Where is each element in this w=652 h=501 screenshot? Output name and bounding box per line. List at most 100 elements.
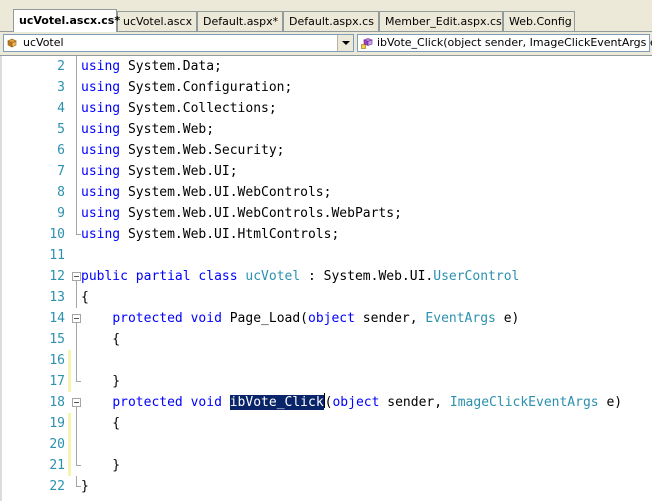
collapse-icon[interactable]	[72, 392, 81, 413]
navigation-bar: ucVotel ibVote_Click(object sender, Imag…	[0, 32, 652, 56]
outline-guide	[72, 77, 81, 98]
code-line[interactable]: 3 using System.Configuration;	[0, 77, 652, 98]
tab-label: Member_Edit.aspx.cs	[385, 15, 502, 28]
code-token: System.Collections;	[120, 101, 277, 116]
code-token: : System.Web.UI.	[300, 269, 434, 284]
tab-label: Default.aspx*	[203, 15, 279, 28]
code-line[interactable]: 22}	[0, 476, 652, 497]
code-token: using	[81, 185, 121, 200]
collapse-icon[interactable]	[72, 308, 81, 329]
code-text: using System.Web.UI.WebControls.WebParts…	[81, 203, 402, 224]
collapse-icon[interactable]	[72, 266, 81, 287]
code-token: void	[190, 311, 222, 326]
outline-guide	[72, 371, 81, 392]
line-number: 11	[49, 248, 65, 263]
outline-guide	[72, 455, 81, 476]
code-token: e)	[598, 395, 623, 410]
code-line[interactable]: 5 using System.Web;	[0, 119, 652, 140]
code-line[interactable]: 2 using System.Data;	[0, 56, 652, 77]
line-number: 15	[49, 332, 65, 347]
tab-default-aspx[interactable]: Default.aspx*	[197, 11, 283, 31]
code-line[interactable]: 15 {	[0, 329, 652, 350]
outline-guide	[72, 161, 81, 182]
code-text: }	[81, 455, 120, 476]
code-token: }	[81, 374, 121, 389]
code-text: {	[81, 413, 120, 434]
code-line[interactable]: 8 using System.Web.UI.WebControls;	[0, 182, 652, 203]
code-token: {	[81, 416, 121, 431]
change-indicator	[68, 434, 71, 455]
line-number: 2	[57, 59, 65, 74]
line-number: 7	[57, 164, 65, 179]
outline-guide	[72, 245, 81, 266]
tab-ucvotel-ascx[interactable]: ucVotel.ascx	[117, 11, 197, 31]
code-line[interactable]: 21 }	[0, 455, 652, 476]
code-token: using	[81, 227, 121, 242]
outline-guide	[72, 287, 81, 308]
line-number: 5	[57, 122, 65, 137]
code-token: }	[81, 479, 89, 494]
code-text: using System.Data;	[81, 56, 222, 77]
member-selector-value: ibVote_Click(object sender, ImageClickEv…	[377, 36, 652, 49]
code-line[interactable]: 10 using System.Web.UI.HtmlControls;	[0, 224, 652, 245]
code-text: public partial class ucVotel : System.We…	[81, 266, 519, 287]
document-tab-strip: ucVotel.ascx.cs* ucVotel.ascx Default.as…	[0, 0, 652, 34]
outline-guide	[72, 434, 81, 455]
code-text: protected void ibVote_Click(object sende…	[81, 392, 622, 413]
code-line[interactable]: 18 protected void ibVote_Click(object se…	[0, 392, 652, 413]
code-line[interactable]: 14 protected void Page_Load(object sende…	[0, 308, 652, 329]
code-token: object	[308, 311, 355, 326]
tab-member-edit-aspx-cs[interactable]: Member_Edit.aspx.cs	[379, 11, 503, 31]
outline-guide	[72, 413, 81, 434]
method-icon	[361, 38, 373, 49]
line-number: 8	[57, 185, 65, 200]
chevron-down-icon[interactable]	[337, 35, 353, 51]
code-line[interactable]: 7 using System.Web.UI;	[0, 161, 652, 182]
code-line[interactable]: 17 }	[0, 371, 652, 392]
tab-web-config[interactable]: Web.Config	[503, 11, 575, 31]
code-token: System.Web.Security;	[120, 143, 285, 158]
code-line[interactable]: 12 public partial class ucVotel : System.…	[0, 266, 652, 287]
line-number: 18	[49, 395, 65, 410]
code-text: using System.Web.UI.WebControls;	[81, 182, 331, 203]
code-text: {	[81, 329, 120, 350]
code-line[interactable]: 11	[0, 245, 652, 266]
code-text: using System.Collections;	[81, 98, 277, 119]
code-token: object	[332, 395, 380, 410]
tab-ucvotel-ascx-cs[interactable]: ucVotel.ascx.cs*	[13, 9, 120, 32]
outline-guide	[72, 224, 81, 245]
change-indicator	[68, 455, 71, 476]
code-token: Page_Load(	[221, 311, 308, 326]
outline-guide	[72, 140, 81, 161]
line-number: 16	[49, 353, 65, 368]
code-line[interactable]: 4 using System.Collections;	[0, 98, 652, 119]
code-line[interactable]: 20	[0, 434, 652, 455]
code-text: using System.Web.Security;	[81, 140, 285, 161]
code-token: using	[81, 59, 121, 74]
class-selector-dropdown[interactable]: ucVotel	[3, 34, 354, 52]
selected-text: ibVote_Click	[229, 395, 324, 410]
code-line[interactable]: 13 {	[0, 287, 652, 308]
outline-guide	[72, 119, 81, 140]
code-line[interactable]: 16	[0, 350, 652, 371]
tab-label: Web.Config	[509, 15, 572, 28]
code-token: protected	[112, 311, 183, 326]
line-number: 22	[49, 479, 65, 494]
code-text: }	[81, 476, 89, 497]
code-token: using	[81, 164, 121, 179]
code-token: System.Web;	[120, 122, 215, 137]
code-line[interactable]: 19 {	[0, 413, 652, 434]
code-token: UserControl	[433, 269, 520, 284]
code-token: using	[81, 206, 121, 221]
code-token: using	[81, 80, 121, 95]
line-number: 9	[57, 206, 65, 221]
code-token: ucVotel	[245, 269, 301, 284]
member-selector-dropdown[interactable]: ibVote_Click(object sender, ImageClickEv…	[357, 34, 652, 52]
code-line[interactable]: 6 using System.Web.Security;	[0, 140, 652, 161]
code-editor[interactable]: 2 using System.Data; 3 using System.Configu…	[0, 56, 652, 501]
code-token: class	[198, 269, 238, 284]
code-text: using System.Web;	[81, 119, 214, 140]
code-line[interactable]: 9 using System.Web.UI.WebControls.WebPart…	[0, 203, 652, 224]
tab-default-aspx-cs[interactable]: Default.aspx.cs	[283, 11, 379, 31]
